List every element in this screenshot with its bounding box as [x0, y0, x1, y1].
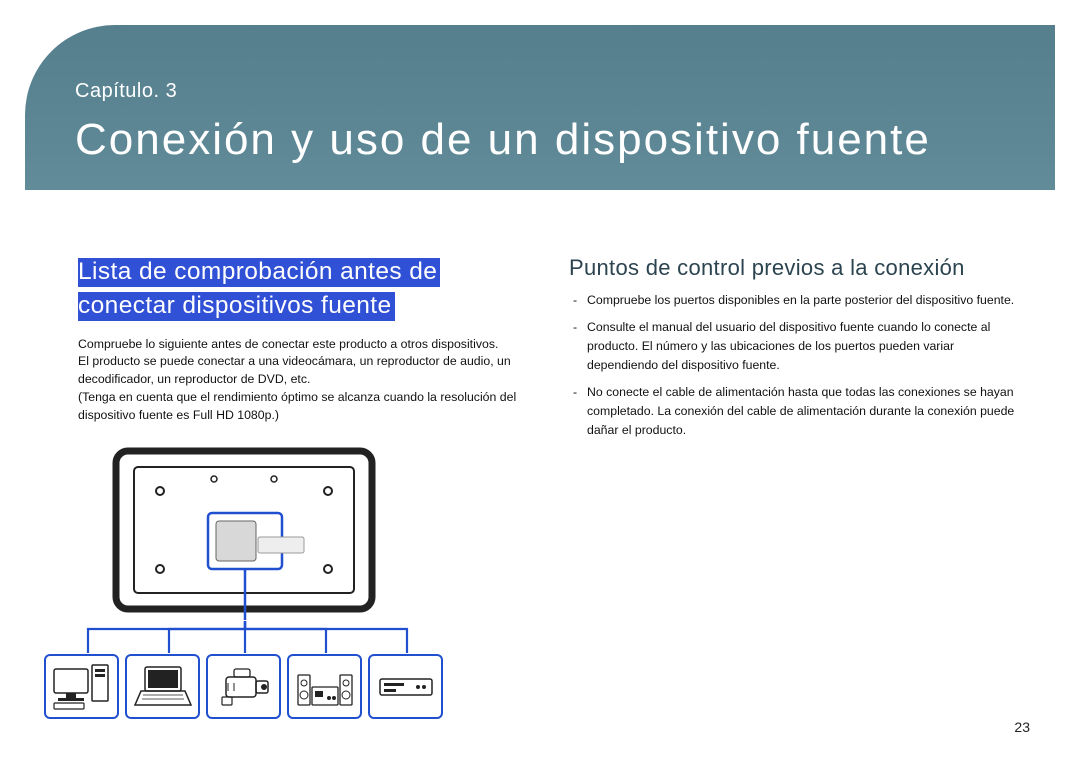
device-camcorder — [206, 654, 281, 719]
camcorder-icon — [212, 661, 276, 711]
chapter-label: Capítulo. 3 — [75, 80, 1055, 103]
left-heading: Lista de comprobación antes de conectar … — [78, 255, 529, 324]
device-desktop-pc — [44, 654, 119, 719]
page-root: Capítulo. 3 Conexión y uso de un disposi… — [0, 0, 1080, 763]
laptop-icon — [131, 661, 195, 711]
bullet-item: Compruebe los puertos disponibles en la … — [573, 291, 1020, 310]
right-column: Puntos de control previos a la conexión … — [569, 255, 1020, 719]
left-column: Lista de comprobación antes de conectar … — [78, 255, 529, 719]
right-heading: Puntos de control previos a la conexión — [569, 255, 1020, 281]
bullet-item: Consulte el manual del usuario del dispo… — [573, 318, 1020, 375]
left-paragraph: Compruebe lo siguiente antes de conectar… — [78, 336, 529, 425]
bullet-list: Compruebe los puertos disponibles en la … — [569, 291, 1020, 440]
bullet-item: No conecte el cable de alimentación hast… — [573, 383, 1020, 440]
device-dvd-player — [368, 654, 443, 719]
left-heading-line2: conectar dispositivos fuente — [78, 292, 395, 321]
connector-lines-icon — [44, 621, 444, 653]
page-number: 23 — [1014, 719, 1030, 735]
device-stereo — [287, 654, 362, 719]
connection-diagram — [104, 445, 529, 719]
page-title: Conexión y uso de un dispositivo fuente — [75, 115, 1055, 165]
monitor-back-icon — [104, 445, 384, 620]
left-heading-line1: Lista de comprobación antes de — [78, 258, 440, 287]
content-columns: Lista de comprobación antes de conectar … — [78, 255, 1020, 719]
stereo-icon — [293, 661, 357, 711]
device-row — [44, 654, 529, 719]
dvd-player-icon — [374, 661, 438, 711]
device-laptop — [125, 654, 200, 719]
chapter-header: Capítulo. 3 Conexión y uso de un disposi… — [25, 25, 1055, 190]
desktop-pc-icon — [50, 661, 114, 711]
